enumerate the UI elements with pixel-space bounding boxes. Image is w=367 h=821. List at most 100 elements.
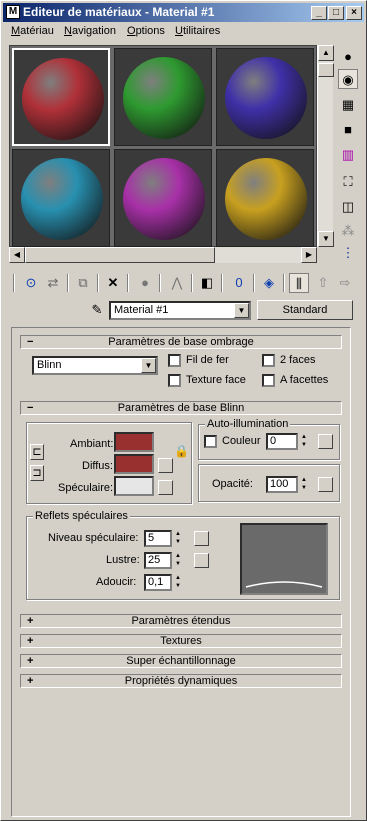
scroll-down-arrow-icon[interactable]: ▼ bbox=[318, 231, 334, 247]
material-sphere bbox=[123, 158, 205, 240]
rollout-header-supersampling[interactable]: + Super échantillonnage bbox=[20, 654, 342, 668]
put-to-library-icon[interactable]: ◧ bbox=[197, 273, 217, 293]
toolbar-separator bbox=[191, 274, 193, 292]
sample-type-sphere-icon[interactable]: ● bbox=[338, 47, 358, 67]
soften-value[interactable]: 0,1 bbox=[144, 574, 172, 591]
specular-map-button[interactable] bbox=[158, 480, 173, 495]
get-material-icon[interactable]: ⊙ bbox=[21, 273, 41, 293]
self-illum-spinner-icon[interactable]: ▲ ▼ bbox=[299, 433, 309, 450]
scroll-right-arrow-icon[interactable]: ▶ bbox=[301, 247, 317, 263]
chevron-down-icon[interactable]: ▼ bbox=[141, 358, 156, 373]
opacity-spinner-icon[interactable]: ▲ ▼ bbox=[299, 476, 309, 493]
sample-slot[interactable] bbox=[114, 48, 212, 146]
show-map-in-viewport-icon[interactable]: ◈ bbox=[259, 273, 279, 293]
close-button[interactable]: × bbox=[346, 6, 362, 20]
make-preview-icon[interactable]: ⛶ bbox=[338, 172, 358, 192]
horizontal-scrollbar[interactable]: ◀ ▶ bbox=[9, 247, 317, 263]
specular-highlights-title: Reflets spéculaires bbox=[33, 510, 130, 522]
diffuse-color-swatch[interactable] bbox=[114, 454, 154, 474]
options-icon[interactable]: ◫ bbox=[338, 197, 358, 217]
sample-slot[interactable] bbox=[216, 149, 314, 247]
make-unique-icon[interactable]: ⋀ bbox=[167, 273, 187, 293]
assign-to-selection-icon[interactable]: ⧉ bbox=[73, 273, 93, 293]
face-map-checkbox[interactable] bbox=[168, 374, 181, 387]
rollout-panel-area: − Paramètres de base ombrage Blinn ▼ Fil … bbox=[11, 327, 351, 817]
sample-slot[interactable] bbox=[12, 48, 110, 146]
put-to-scene-icon[interactable]: ⇄ bbox=[43, 273, 63, 293]
lock-diffuse-icon[interactable]: ⊐ bbox=[30, 465, 44, 481]
go-to-parent-icon[interactable]: ⇧ bbox=[313, 273, 333, 293]
material-sphere bbox=[21, 158, 103, 240]
side-toolbar: ● ◉ ▦ ■ ▥ ⛶ ◫ ⁂ ⋮ bbox=[335, 45, 361, 265]
rollout-header-dynamics[interactable]: + Propriétés dynamiques bbox=[20, 674, 342, 688]
specular-level-map-button[interactable] bbox=[194, 531, 209, 546]
glossiness-value[interactable]: 25 bbox=[144, 552, 172, 569]
toolbar-separator bbox=[97, 274, 99, 292]
show-end-result-icon[interactable]: ⫼ bbox=[289, 273, 309, 293]
reset-map-icon[interactable]: ✕ bbox=[103, 273, 123, 293]
opacity-map-button[interactable] bbox=[318, 477, 333, 492]
scroll-left-arrow-icon[interactable]: ◀ bbox=[9, 247, 25, 263]
wireframe-checkbox[interactable] bbox=[168, 354, 181, 367]
toolbar-separator bbox=[221, 274, 223, 292]
opacity-label: Opacité: bbox=[212, 478, 253, 490]
minimize-button[interactable]: _ bbox=[311, 6, 327, 20]
self-illum-value[interactable]: 0 bbox=[266, 433, 298, 450]
toolbar-separator bbox=[67, 274, 69, 292]
video-color-check-icon[interactable]: ▥ bbox=[338, 145, 358, 165]
menu-materiau[interactable]: Matériau bbox=[11, 25, 54, 37]
specular-color-swatch[interactable] bbox=[114, 476, 154, 496]
go-forward-to-sibling-icon[interactable]: ⇨ bbox=[335, 273, 355, 293]
glossiness-spinner-icon[interactable]: ▲ ▼ bbox=[173, 552, 183, 569]
rollout-header-blinn[interactable]: − Paramètres de base Blinn bbox=[20, 401, 342, 415]
rollout-header-extended[interactable]: + Paramètres étendus bbox=[20, 614, 342, 628]
expand-plus-icon: + bbox=[27, 655, 34, 667]
menu-utilitaires[interactable]: Utilitaires bbox=[175, 25, 220, 37]
eyedropper-icon[interactable]: ✎ bbox=[87, 300, 107, 320]
specular-level-spinner-icon[interactable]: ▲ ▼ bbox=[173, 530, 183, 547]
material-name-field[interactable]: Material #1 ▼ bbox=[109, 301, 251, 320]
ambient-color-swatch[interactable] bbox=[114, 432, 154, 452]
glossiness-map-button[interactable] bbox=[194, 553, 209, 568]
vertical-scrollbar[interactable]: ▲ ▼ bbox=[317, 45, 334, 247]
diffuse-label: Diffus: bbox=[82, 460, 113, 472]
material-type-button[interactable]: Standard bbox=[257, 300, 353, 320]
specular-level-value[interactable]: 5 bbox=[144, 530, 172, 547]
chevron-down-icon[interactable]: ▼ bbox=[234, 303, 249, 318]
rollout-title: Super échantillonnage bbox=[126, 655, 236, 667]
opacity-value[interactable]: 100 bbox=[266, 476, 298, 493]
sample-slot[interactable] bbox=[114, 149, 212, 247]
scroll-up-arrow-icon[interactable]: ▲ bbox=[318, 45, 334, 61]
faceted-label: A facettes bbox=[280, 374, 329, 386]
self-illum-color-checkbox[interactable] bbox=[204, 435, 217, 448]
lock-ambient-icon[interactable]: ⊏ bbox=[30, 444, 44, 460]
horizontal-scroll-thumb[interactable] bbox=[25, 247, 215, 263]
menu-navigation[interactable]: Navigation bbox=[64, 25, 116, 37]
two-sided-checkbox[interactable] bbox=[262, 354, 275, 367]
rollout-header-maps[interactable]: + Textures bbox=[20, 634, 342, 648]
scroll-thumb[interactable] bbox=[318, 63, 334, 77]
self-illum-map-button[interactable] bbox=[318, 434, 333, 449]
lock-icon[interactable]: 🔒 bbox=[174, 444, 189, 462]
make-copy-icon[interactable]: ● bbox=[135, 273, 155, 293]
background-checker-icon[interactable]: ▦ bbox=[338, 95, 358, 115]
select-by-material-icon[interactable]: ⁂ bbox=[338, 221, 358, 241]
app-icon[interactable]: M bbox=[6, 5, 20, 19]
title-bar[interactable]: M Editeur de matériaux - Material #1 _ □… bbox=[3, 3, 364, 22]
backlight-icon[interactable]: ◉ bbox=[338, 69, 358, 89]
shader-type-select[interactable]: Blinn ▼ bbox=[32, 356, 158, 375]
collapse-minus-icon: − bbox=[27, 402, 34, 414]
sample-slot[interactable] bbox=[12, 149, 110, 247]
sample-slot[interactable] bbox=[216, 48, 314, 146]
diffuse-map-button[interactable] bbox=[158, 458, 173, 473]
maximize-button[interactable]: □ bbox=[328, 6, 344, 20]
material-navigator-icon[interactable]: ⋮ bbox=[338, 243, 358, 263]
faceted-checkbox[interactable] bbox=[262, 374, 275, 387]
material-effects-channel-icon[interactable]: 0 bbox=[229, 273, 249, 293]
menu-options[interactable]: Options bbox=[127, 25, 165, 37]
glossiness-label: Lustre: bbox=[106, 554, 140, 566]
sample-uv-tiling-icon[interactable]: ■ bbox=[338, 120, 358, 140]
soften-spinner-icon[interactable]: ▲ ▼ bbox=[173, 574, 183, 591]
rollout-header-shader[interactable]: − Paramètres de base ombrage bbox=[20, 335, 342, 349]
material-editor-window: M Editeur de matériaux - Material #1 _ □… bbox=[0, 0, 367, 821]
